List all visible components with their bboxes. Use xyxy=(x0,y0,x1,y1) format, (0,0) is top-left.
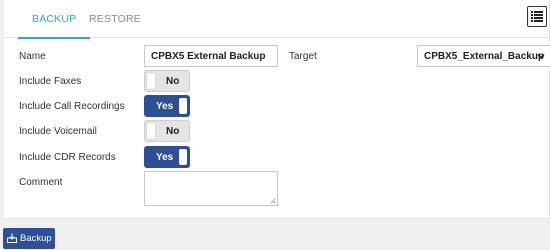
recordings-toggle[interactable]: Yes xyxy=(144,95,190,117)
toggle-knob xyxy=(146,72,156,90)
target-value: CPBX5_External_Backup xyxy=(424,51,545,62)
backup-button-label: Backup xyxy=(20,233,52,244)
backup-button[interactable]: Backup xyxy=(3,228,55,249)
comment-textarea[interactable] xyxy=(144,171,278,206)
tab-backup[interactable]: BACKUP xyxy=(17,13,91,39)
faxes-label: Include Faxes xyxy=(19,76,82,87)
faxes-toggle-state: No xyxy=(166,76,180,87)
toggle-knob xyxy=(178,97,188,115)
toggle-knob xyxy=(146,122,156,140)
backup-panel: BACKUP RESTORE Name CPBX5 External Backu… xyxy=(4,0,550,219)
tab-bar: BACKUP RESTORE xyxy=(4,0,550,39)
toggle-knob xyxy=(178,148,188,166)
resize-grip-icon[interactable] xyxy=(270,198,276,204)
menu-button[interactable] xyxy=(527,6,547,27)
name-field[interactable]: CPBX5 External Backup xyxy=(144,45,278,67)
comment-label: Comment xyxy=(19,177,63,188)
name-label: Name xyxy=(19,51,46,62)
backup-icon xyxy=(7,233,17,243)
chevron-down-icon xyxy=(537,53,545,59)
cdr-toggle-state: Yes xyxy=(156,152,174,163)
recordings-label: Include Call Recordings xyxy=(19,101,125,112)
cdr-toggle[interactable]: Yes xyxy=(144,146,190,168)
faxes-toggle[interactable]: No xyxy=(144,70,190,92)
voicemail-label: Include Voicemail xyxy=(19,126,97,137)
target-label: Target xyxy=(289,51,317,62)
voicemail-toggle[interactable]: No xyxy=(144,120,190,142)
list-icon xyxy=(531,11,543,22)
recordings-toggle-state: Yes xyxy=(156,101,174,112)
voicemail-toggle-state: No xyxy=(166,126,180,137)
tab-restore[interactable]: RESTORE xyxy=(89,13,141,25)
target-select[interactable]: CPBX5_External_Backup xyxy=(417,45,550,67)
cdr-label: Include CDR Records xyxy=(19,152,116,163)
